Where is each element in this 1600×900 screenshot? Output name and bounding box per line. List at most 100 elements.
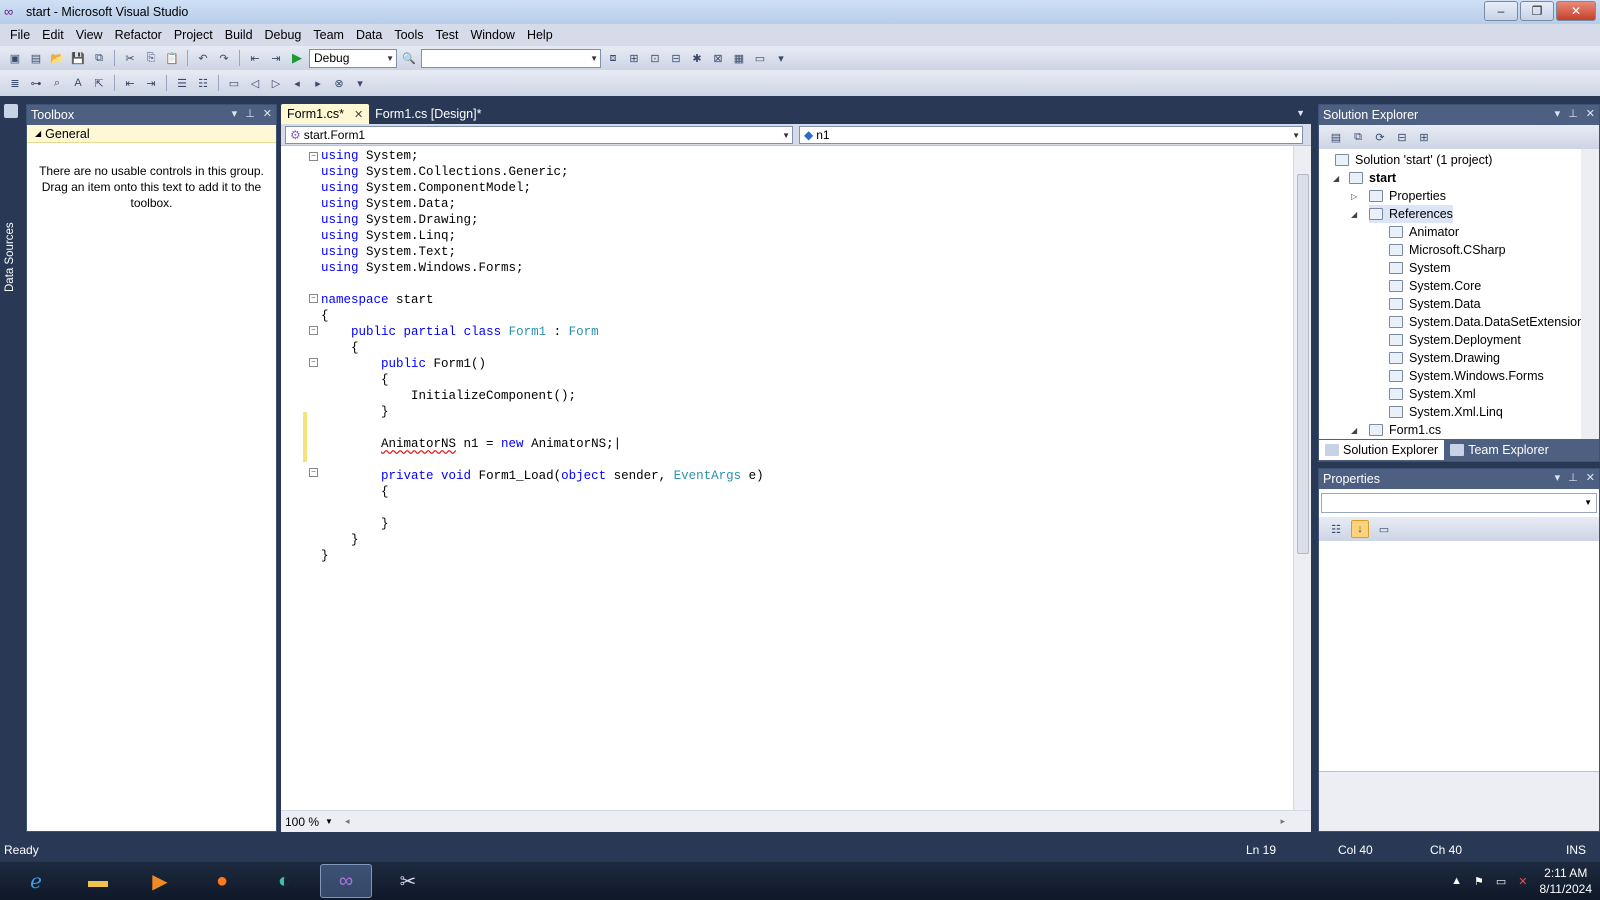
tree-reference[interactable]: System.Core (1389, 277, 1481, 295)
tree-form1-cs[interactable]: ◢ Form1.cs (1351, 421, 1441, 439)
data-sources-tab[interactable]: Data Sources (4, 222, 16, 292)
pin-icon[interactable]: ⊥ (1568, 471, 1578, 484)
close-tab-icon[interactable]: ✕ (354, 108, 363, 121)
minimize-button[interactable]: – (1484, 1, 1518, 21)
navigate-back-icon[interactable]: ⇤ (246, 49, 264, 67)
class-dropdown[interactable]: ⚙ start.Form1 ▼ (285, 125, 793, 144)
close-icon[interactable]: ✕ (263, 107, 272, 120)
scroll-left-icon[interactable]: ◂ (345, 816, 350, 827)
paste-icon[interactable]: 📋 (163, 49, 181, 67)
collapse-icon[interactable]: − (309, 468, 318, 477)
visual-studio-taskbar-icon[interactable]: ∞ (320, 864, 372, 898)
toolbox-icon[interactable]: ⊟ (667, 49, 685, 67)
view-code-icon[interactable]: ⊟ (1393, 128, 1411, 146)
open-file-icon[interactable]: 📂 (48, 49, 66, 67)
solution-config-select[interactable]: Debug ▼ (309, 48, 397, 68)
expand-triangle-icon[interactable]: ▷ (1351, 192, 1357, 201)
tree-reference[interactable]: System (1389, 259, 1451, 277)
pin-icon[interactable]: ⊥ (245, 107, 255, 120)
decrease-indent-icon[interactable]: ⇤ (121, 74, 139, 92)
chrome-icon[interactable]: ◐ (258, 864, 310, 898)
collapse-triangle-icon[interactable]: ◢ (1351, 210, 1357, 219)
find-in-files-icon[interactable]: 🔍 (400, 49, 418, 67)
restore-button[interactable]: ❐ (1520, 1, 1554, 21)
window-position-icon[interactable]: ▾ (1555, 471, 1561, 484)
scroll-right-icon[interactable]: ▸ (1280, 816, 1285, 827)
properties-window-icon[interactable]: ⊞ (625, 49, 643, 67)
action-center-icon[interactable]: ⚑ (1474, 875, 1484, 888)
object-selector[interactable]: ▼ (1321, 493, 1597, 513)
tab-team-explorer[interactable]: Team Explorer (1444, 440, 1555, 460)
menu-refactor[interactable]: Refactor (109, 24, 168, 46)
menu-tools[interactable]: Tools (388, 24, 429, 46)
menu-debug[interactable]: Debug (259, 24, 308, 46)
tab-form1-cs[interactable]: Form1.cs* ✕ (281, 104, 370, 124)
tab-form1-design[interactable]: Form1.cs [Design]* (369, 104, 487, 124)
menu-team[interactable]: Team (307, 24, 350, 46)
categorized-icon[interactable]: ☷ (1327, 520, 1345, 538)
menu-view[interactable]: View (70, 24, 109, 46)
tools-icon[interactable]: ✱ (688, 49, 706, 67)
tree-reference[interactable]: Microsoft.CSharp (1389, 241, 1506, 259)
clear-bookmarks-icon[interactable]: ⊗ (330, 74, 348, 92)
undo-icon[interactable]: ↶ (194, 49, 212, 67)
close-button[interactable]: ✕ (1556, 1, 1596, 21)
tree-reference[interactable]: System.Xml (1389, 385, 1476, 403)
firefox-icon[interactable]: ● (196, 864, 248, 898)
save-icon[interactable]: 💾 (69, 49, 87, 67)
tree-reference[interactable]: System.Xml.Linq (1389, 403, 1503, 421)
code-text-area[interactable]: − − − − − using System; using System.Col… (281, 146, 1291, 810)
toolbar-options-icon[interactable]: ▾ (772, 49, 790, 67)
internet-explorer-icon[interactable]: ℯ (10, 864, 62, 898)
collapse-icon[interactable]: − (309, 152, 318, 161)
close-icon[interactable]: ✕ (1586, 107, 1595, 120)
display-word-icon[interactable]: ⇱ (90, 74, 108, 92)
quick-info-icon[interactable]: ⌕ (48, 74, 66, 92)
navigate-forward-icon[interactable]: ⇥ (267, 49, 285, 67)
network-icon[interactable]: ▭ (1496, 875, 1506, 888)
collapse-triangle-icon[interactable]: ◢ (1351, 426, 1357, 435)
menu-window[interactable]: Window (464, 24, 520, 46)
next-bookmark-folder-icon[interactable]: ▸ (309, 74, 327, 92)
menu-edit[interactable]: Edit (36, 24, 70, 46)
command-window-icon[interactable]: ▭ (751, 49, 769, 67)
previous-bookmark-icon[interactable]: ◁ (246, 74, 264, 92)
tree-reference[interactable]: System.Deployment (1389, 331, 1521, 349)
new-project-icon[interactable]: ▣ (6, 49, 24, 67)
menu-help[interactable]: Help (521, 24, 559, 46)
window-position-icon[interactable]: ▾ (232, 107, 238, 120)
next-bookmark-icon[interactable]: ▷ (267, 74, 285, 92)
solution-explorer-icon[interactable]: ⧈ (604, 49, 622, 67)
tree-reference[interactable]: System.Drawing (1389, 349, 1500, 367)
save-all-icon[interactable]: ⧉ (90, 49, 108, 67)
object-browser-icon[interactable]: ⊡ (646, 49, 664, 67)
close-icon[interactable]: ✕ (1586, 471, 1595, 484)
collapse-icon[interactable]: − (309, 358, 318, 367)
cut-icon[interactable]: ✂ (121, 49, 139, 67)
menu-project[interactable]: Project (168, 24, 219, 46)
copy-icon[interactable]: ⎘ (142, 49, 160, 67)
tree-properties[interactable]: ▷ Properties (1351, 187, 1446, 205)
parameter-info-icon[interactable]: ⊶ (27, 74, 45, 92)
view-designer-icon[interactable]: ⊞ (1415, 128, 1433, 146)
collapse-icon[interactable]: − (309, 326, 318, 335)
tab-dropdown-icon[interactable]: ▼ (1296, 108, 1305, 118)
property-pages-icon[interactable]: ▭ (1375, 520, 1393, 538)
tab-solution-explorer[interactable]: Solution Explorer (1319, 440, 1445, 460)
clock[interactable]: 2:11 AM 8/11/2024 (1540, 865, 1593, 897)
member-dropdown[interactable]: ◆ n1 ▼ (799, 125, 1303, 144)
properties-icon[interactable]: ▤ (1327, 128, 1345, 146)
tree-reference[interactable]: Animator (1389, 223, 1459, 241)
complete-word-icon[interactable]: A (69, 74, 87, 92)
collapse-triangle-icon[interactable]: ◢ (1333, 174, 1339, 183)
menu-build[interactable]: Build (219, 24, 259, 46)
show-hidden-icons-icon[interactable]: ▲ (1451, 875, 1462, 887)
menu-data[interactable]: Data (350, 24, 388, 46)
extension-manager-icon[interactable]: ⊠ (709, 49, 727, 67)
scroll-thumb[interactable] (1297, 174, 1309, 554)
previous-bookmark-folder-icon[interactable]: ◂ (288, 74, 306, 92)
increase-indent-icon[interactable]: ⇥ (142, 74, 160, 92)
file-explorer-icon[interactable]: ▬ (72, 864, 124, 898)
collapse-icon[interactable]: − (309, 294, 318, 303)
menu-test[interactable]: Test (430, 24, 465, 46)
